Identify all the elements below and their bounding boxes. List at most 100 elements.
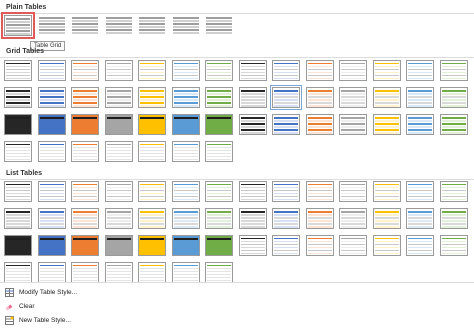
table-style-swatch[interactable] xyxy=(406,208,434,229)
table-style-swatch[interactable] xyxy=(439,181,468,202)
table-style-swatch[interactable] xyxy=(406,235,434,256)
table-style-swatch[interactable] xyxy=(205,114,233,135)
table-style-swatch[interactable] xyxy=(439,208,468,229)
table-style-swatch[interactable] xyxy=(4,181,32,202)
table-style-swatch[interactable] xyxy=(104,114,133,135)
table-style-swatch[interactable] xyxy=(339,181,367,202)
table-style-swatch[interactable] xyxy=(270,85,302,110)
table-style-swatch[interactable] xyxy=(171,235,200,256)
table-style-swatch[interactable] xyxy=(205,60,233,81)
table-style-swatch[interactable] xyxy=(37,15,66,36)
table-style-swatch[interactable] xyxy=(4,262,32,282)
table-style-swatch[interactable] xyxy=(138,208,166,229)
table-style-swatch[interactable] xyxy=(71,15,99,36)
table-style-swatch[interactable] xyxy=(37,208,66,229)
table-style-swatch[interactable] xyxy=(406,87,434,108)
table-style-swatch[interactable] xyxy=(104,141,133,162)
table-style-swatch[interactable] xyxy=(104,60,133,81)
table-style-swatch[interactable] xyxy=(439,114,468,135)
table-style-swatch[interactable] xyxy=(138,141,166,162)
table-style-swatch[interactable] xyxy=(439,235,468,256)
table-style-swatch[interactable] xyxy=(37,60,66,81)
table-style-swatch[interactable] xyxy=(4,235,32,256)
table-style-swatch[interactable] xyxy=(305,114,334,135)
table-style-swatch[interactable] xyxy=(37,181,66,202)
table-style-swatch[interactable] xyxy=(171,262,200,282)
new-table-style-item[interactable]: New Table Style... xyxy=(4,314,204,326)
table-style-swatch[interactable] xyxy=(439,60,468,81)
table-style-swatch[interactable] xyxy=(138,60,166,81)
table-style-swatch[interactable] xyxy=(37,114,66,135)
table-style-swatch[interactable] xyxy=(205,141,233,162)
table-style-swatch[interactable] xyxy=(171,114,200,135)
table-style-swatch[interactable] xyxy=(205,208,233,229)
table-style-swatch[interactable] xyxy=(205,181,233,202)
table-style-swatch[interactable] xyxy=(272,60,300,81)
table-style-swatch[interactable] xyxy=(372,208,401,229)
table-style-swatch[interactable] xyxy=(171,208,200,229)
table-style-swatch[interactable] xyxy=(205,235,233,256)
table-style-swatch[interactable] xyxy=(372,60,401,81)
table-style-swatch[interactable] xyxy=(205,262,233,282)
table-style-swatch[interactable] xyxy=(305,181,334,202)
table-style-swatch[interactable] xyxy=(272,208,300,229)
table-style-swatch[interactable] xyxy=(272,235,300,256)
table-style-swatch[interactable] xyxy=(71,235,99,256)
table-style-swatch[interactable] xyxy=(4,87,32,108)
table-style-swatch[interactable] xyxy=(238,87,267,108)
table-style-swatch[interactable] xyxy=(104,208,133,229)
table-style-swatch[interactable] xyxy=(104,262,133,282)
table-style-swatch[interactable] xyxy=(305,87,334,108)
table-style-swatch[interactable] xyxy=(138,114,166,135)
table-style-swatch[interactable] xyxy=(37,87,66,108)
table-style-swatch[interactable] xyxy=(1,12,35,39)
table-style-swatch[interactable] xyxy=(339,208,367,229)
table-style-swatch[interactable] xyxy=(439,87,468,108)
table-style-swatch[interactable] xyxy=(238,235,267,256)
table-style-swatch[interactable] xyxy=(238,208,267,229)
table-style-swatch[interactable] xyxy=(71,60,99,81)
table-style-swatch[interactable] xyxy=(406,60,434,81)
table-style-swatch[interactable] xyxy=(71,262,99,282)
table-style-swatch[interactable] xyxy=(138,235,166,256)
table-style-swatch[interactable] xyxy=(171,141,200,162)
table-style-swatch[interactable] xyxy=(406,181,434,202)
clear-item[interactable]: Clear xyxy=(4,300,204,312)
table-style-swatch[interactable] xyxy=(4,141,32,162)
table-style-swatch[interactable] xyxy=(406,114,434,135)
table-style-swatch[interactable] xyxy=(71,181,99,202)
table-style-swatch[interactable] xyxy=(205,87,233,108)
table-style-swatch[interactable] xyxy=(104,15,133,36)
table-style-swatch[interactable] xyxy=(71,87,99,108)
table-style-swatch[interactable] xyxy=(171,60,200,81)
table-style-swatch[interactable] xyxy=(171,87,200,108)
table-style-swatch[interactable] xyxy=(71,208,99,229)
table-style-swatch[interactable] xyxy=(372,181,401,202)
modify-table-style-item[interactable]: Modify Table Style... xyxy=(4,286,204,298)
table-style-swatch[interactable] xyxy=(372,235,401,256)
table-style-swatch[interactable] xyxy=(138,87,166,108)
table-style-swatch[interactable] xyxy=(339,235,367,256)
table-style-swatch[interactable] xyxy=(138,262,166,282)
table-style-swatch[interactable] xyxy=(138,181,166,202)
table-style-swatch[interactable] xyxy=(272,114,300,135)
table-style-swatch[interactable] xyxy=(238,60,267,81)
table-style-swatch[interactable] xyxy=(37,235,66,256)
table-style-swatch[interactable] xyxy=(272,181,300,202)
table-style-swatch[interactable] xyxy=(339,87,367,108)
table-style-swatch[interactable] xyxy=(71,114,99,135)
table-style-swatch[interactable] xyxy=(305,208,334,229)
table-style-swatch[interactable] xyxy=(372,114,401,135)
table-style-swatch[interactable] xyxy=(171,15,200,36)
table-style-swatch[interactable] xyxy=(104,235,133,256)
table-style-swatch[interactable] xyxy=(104,181,133,202)
table-style-swatch[interactable] xyxy=(4,60,32,81)
table-style-swatch[interactable] xyxy=(104,87,133,108)
table-style-swatch[interactable] xyxy=(37,141,66,162)
table-style-swatch[interactable] xyxy=(339,114,367,135)
table-style-swatch[interactable] xyxy=(339,60,367,81)
table-style-swatch[interactable] xyxy=(238,114,267,135)
table-style-swatch[interactable] xyxy=(238,181,267,202)
table-style-swatch[interactable] xyxy=(71,141,99,162)
table-style-swatch[interactable] xyxy=(205,15,233,36)
